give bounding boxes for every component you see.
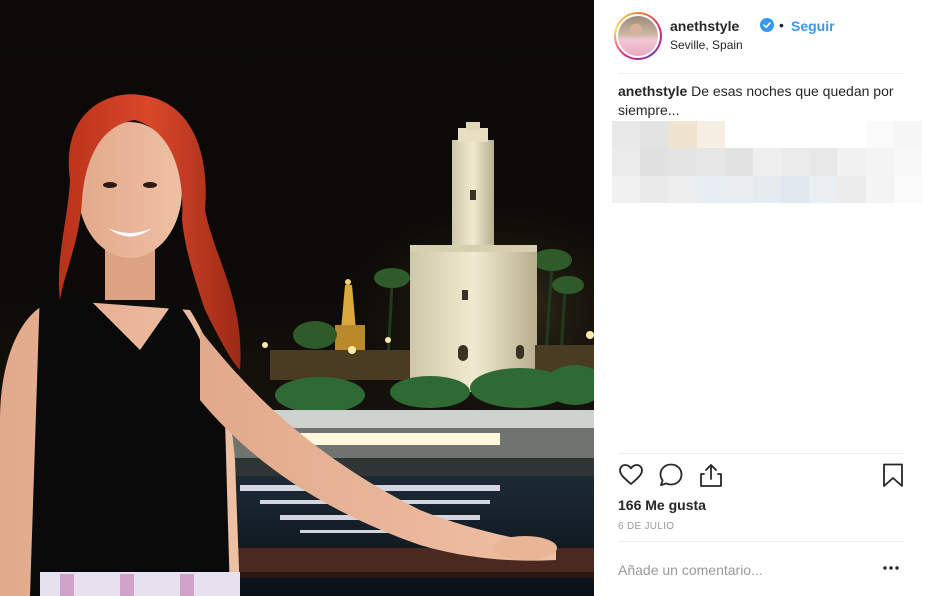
location-link[interactable]: Seville, Spain (670, 38, 743, 52)
caption-username-link[interactable]: anethstyle (618, 83, 687, 99)
more-options-icon[interactable] (882, 562, 900, 574)
comment-divider (618, 541, 904, 542)
verified-badge-icon (760, 18, 774, 32)
post-date[interactable]: 6 DE JULIO (618, 521, 674, 532)
like-count[interactable]: 166 Me gusta (618, 497, 706, 513)
post-header: anethstyle • Seguir Seville, Spain (614, 12, 908, 62)
post-side-panel: anethstyle • Seguir Seville, Spain aneth… (594, 0, 928, 596)
separator-dot: • (779, 17, 784, 33)
post-photo[interactable] (0, 0, 594, 596)
actions-divider (618, 453, 904, 454)
avatar[interactable] (614, 12, 662, 60)
follow-button[interactable]: Seguir (791, 18, 835, 34)
comment-box (618, 558, 904, 582)
blurred-comments (612, 121, 922, 203)
post-caption: anethstyle De esas noches que quedan por… (618, 82, 908, 120)
comment-input[interactable] (618, 558, 868, 582)
comment-icon[interactable] (658, 462, 684, 488)
header-divider (618, 73, 904, 74)
share-icon[interactable] (698, 462, 724, 488)
bookmark-icon[interactable] (880, 462, 906, 488)
action-bar (618, 462, 904, 490)
heart-icon[interactable] (618, 462, 644, 488)
username-link[interactable]: anethstyle (670, 18, 739, 34)
avatar-border (616, 14, 660, 58)
photo-scene (0, 94, 594, 596)
avatar-image (618, 16, 658, 56)
